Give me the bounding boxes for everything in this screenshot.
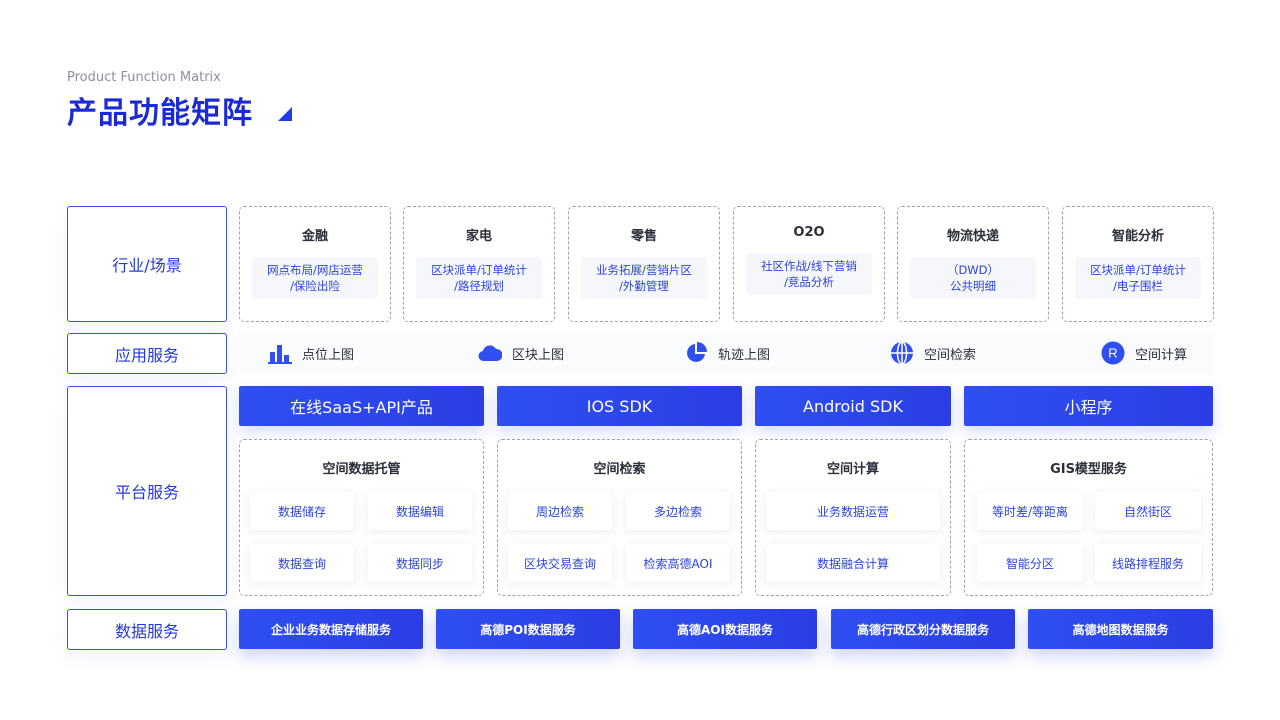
app-item-track: 轨迹上图 bbox=[684, 341, 770, 365]
industry-card-retail: 零售 业务拓展/营销片区/外勤管理 bbox=[568, 206, 720, 322]
product-label: Android SDK bbox=[803, 396, 903, 416]
industry-title: 金融 bbox=[301, 229, 328, 244]
data-service-poi: 高德POI数据服务 bbox=[436, 609, 620, 649]
product-label: 小程序 bbox=[1064, 398, 1113, 417]
platform-group-title: 空间数据托管 bbox=[322, 462, 401, 477]
industry-desc: 区块派单/订单统计/路径规划 bbox=[416, 257, 542, 299]
industry-desc-line: /竞品分析 bbox=[784, 275, 834, 289]
industry-desc-line: /保险出险 bbox=[290, 279, 340, 293]
industry-title: 智能分析 bbox=[1111, 229, 1164, 244]
platform-group-spatial-compute: 空间计算 业务数据运营 数据融合计算 bbox=[755, 439, 951, 596]
r-circle-icon: R bbox=[1101, 341, 1125, 365]
industry-desc: 区块派单/订单统计/电子围栏 bbox=[1075, 257, 1201, 299]
product-mini-program: 小程序 bbox=[964, 386, 1213, 426]
app-item-label: 轨迹上图 bbox=[718, 347, 771, 363]
industry-desc: 网点布局/网店运营/保险出险 bbox=[252, 257, 378, 299]
platform-chip: 数据储存 bbox=[250, 492, 354, 530]
globe-icon bbox=[891, 341, 913, 365]
row-label-data: 数据服务 bbox=[67, 609, 227, 650]
row-label-data-text: 数据服务 bbox=[114, 621, 179, 641]
platform-group-data-hosting: 空间数据托管 数据储存 数据编辑 数据查询 数据同步 bbox=[239, 439, 484, 596]
data-service-label: 高德POI数据服务 bbox=[480, 622, 576, 637]
page-title: 产品功能矩阵 bbox=[67, 96, 253, 131]
platform-group-title: 空间计算 bbox=[826, 462, 879, 477]
product-label: IOS SDK bbox=[586, 396, 653, 416]
platform-chip: 数据同步 bbox=[368, 544, 472, 582]
row-label-industry-text: 行业/场景 bbox=[112, 256, 182, 275]
platform-group-title: GIS模型服务 bbox=[1050, 462, 1127, 477]
platform-chip: 业务数据运营 bbox=[766, 492, 940, 530]
industry-title: 家电 bbox=[465, 229, 492, 244]
data-service-admin-division: 高德行政区划分数据服务 bbox=[831, 609, 1015, 649]
data-service-enterprise-storage: 企业业务数据存储服务 bbox=[239, 609, 423, 649]
industry-title: O2O bbox=[793, 225, 825, 240]
industry-desc-line: 社区作战/线下营销 bbox=[761, 259, 857, 273]
row-label-application: 应用服务 bbox=[67, 333, 227, 374]
pie-chart-icon bbox=[687, 342, 707, 362]
title-triangle-decoration bbox=[278, 107, 292, 121]
product-ios-sdk: IOS SDK bbox=[497, 386, 742, 426]
platform-chip: 线路排程服务 bbox=[1095, 544, 1201, 582]
industry-desc: 业务拓展/营销片区/外勤管理 bbox=[581, 257, 707, 299]
platform-group-gis-model: GIS模型服务 等时差/等距离 自然街区 智能分区 线路排程服务 bbox=[964, 439, 1213, 596]
app-item-block: 区块上图 bbox=[478, 341, 564, 365]
industry-card-appliance: 家电 区块派单/订单统计/路径规划 bbox=[403, 206, 555, 322]
platform-group-title: 空间检索 bbox=[593, 462, 646, 477]
data-service-map: 高德地图数据服务 bbox=[1028, 609, 1213, 649]
platform-chip: 多边检索 bbox=[626, 492, 730, 530]
app-item-label: 空间检索 bbox=[924, 347, 977, 363]
industry-title: 物流快递 bbox=[946, 229, 999, 244]
app-item-point: 点位上图 bbox=[268, 341, 354, 365]
platform-group-spatial-search: 空间检索 周边检索 多边检索 区块交易查询 检索高德AOI bbox=[497, 439, 742, 596]
industry-desc-line: /外勤管理 bbox=[619, 279, 669, 293]
app-item-spatial-search: 空间检索 bbox=[890, 341, 976, 365]
platform-chip: 等时差/等距离 bbox=[977, 492, 1083, 530]
industry-desc-line: （DWD） bbox=[946, 263, 1000, 277]
data-service-label: 高德AOI数据服务 bbox=[677, 622, 773, 637]
app-item-label: 点位上图 bbox=[302, 347, 355, 363]
app-item-spatial-compute: R 空间计算 bbox=[1101, 341, 1187, 365]
industry-desc-line: 区块派单/订单统计 bbox=[431, 263, 527, 277]
platform-chip: 数据查询 bbox=[250, 544, 354, 582]
row-label-platform-text: 平台服务 bbox=[114, 483, 179, 502]
industry-card-o2o: O2O 社区作战/线下营销/竞品分析 bbox=[733, 206, 885, 322]
industry-desc: 社区作战/线下营销/竞品分析 bbox=[746, 253, 872, 295]
platform-chip: 数据融合计算 bbox=[766, 544, 940, 582]
platform-chip: 区块交易查询 bbox=[508, 544, 612, 582]
row-label-platform: 平台服务 bbox=[67, 386, 227, 596]
page-subtitle: Product Function Matrix bbox=[67, 70, 221, 85]
platform-chip: 数据编辑 bbox=[368, 492, 472, 530]
r-circle-glyph: R bbox=[1108, 346, 1117, 361]
industry-desc-line: 公共明细 bbox=[950, 279, 996, 293]
app-item-label: 区块上图 bbox=[512, 347, 565, 363]
product-android-sdk: Android SDK bbox=[755, 386, 951, 426]
app-item-label: 空间计算 bbox=[1135, 347, 1188, 363]
platform-chip: 自然街区 bbox=[1095, 492, 1201, 530]
bar-chart-icon bbox=[268, 345, 292, 364]
row-label-industry: 行业/场景 bbox=[67, 206, 227, 322]
product-label: 在线SaaS+API产品 bbox=[290, 398, 433, 417]
data-service-label: 高德行政区划分数据服务 bbox=[856, 622, 989, 637]
platform-chip: 智能分区 bbox=[977, 544, 1083, 582]
industry-card-logistics: 物流快递 （DWD） 公共明细 bbox=[897, 206, 1049, 322]
industry-desc-line: 网点布局/网店运营 bbox=[267, 263, 363, 277]
industry-title: 零售 bbox=[630, 229, 657, 244]
industry-card-analytics: 智能分析 区块派单/订单统计/电子围栏 bbox=[1062, 206, 1214, 322]
platform-chip: 检索高德AOI bbox=[626, 544, 730, 582]
industry-desc: （DWD） 公共明细 bbox=[910, 257, 1036, 299]
industry-desc-line: /路径规划 bbox=[454, 279, 504, 293]
platform-chip: 周边检索 bbox=[508, 492, 612, 530]
data-service-label: 高德地图数据服务 bbox=[1072, 622, 1169, 637]
industry-desc-line: 业务拓展/营销片区 bbox=[596, 263, 692, 277]
product-saas: 在线SaaS+API产品 bbox=[239, 386, 484, 426]
industry-desc-line: /电子围栏 bbox=[1113, 279, 1163, 293]
row-label-application-text: 应用服务 bbox=[114, 345, 179, 365]
industry-desc-line: 区块派单/订单统计 bbox=[1090, 263, 1186, 277]
cloud-icon bbox=[478, 345, 502, 362]
data-service-label: 企业业务数据存储服务 bbox=[270, 622, 391, 637]
industry-card-finance: 金融 网点布局/网店运营/保险出险 bbox=[239, 206, 391, 322]
data-service-aoi: 高德AOI数据服务 bbox=[633, 609, 817, 649]
